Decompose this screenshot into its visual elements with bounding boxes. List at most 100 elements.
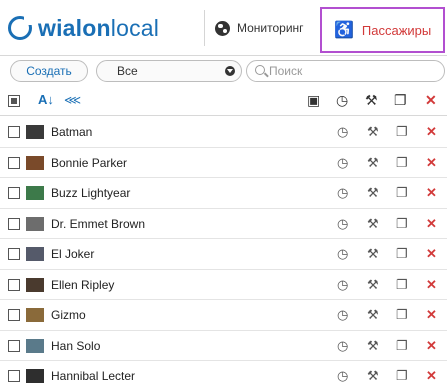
passenger-name[interactable]: Ellen Ripley: [51, 278, 114, 292]
row-checkbox[interactable]: [8, 217, 20, 230]
search-input[interactable]: [269, 63, 439, 79]
copy-icon[interactable]: ❐: [396, 277, 408, 293]
passenger-name[interactable]: Batman: [51, 125, 92, 139]
nav-passengers[interactable]: ♿ Пассажиры: [320, 7, 445, 53]
list-item[interactable]: Gizmo ◷ ⚒ ❐ ✕: [0, 300, 447, 331]
list-item[interactable]: Dr. Emmet Brown ◷ ⚒ ❐ ✕: [0, 209, 447, 239]
wrench-icon[interactable]: ⚒: [367, 124, 379, 140]
bus-icon[interactable]: ▣: [307, 92, 320, 109]
globe-icon: [215, 20, 230, 36]
wrench-icon[interactable]: ⚒: [367, 307, 379, 323]
delete-icon[interactable]: ✕: [426, 307, 437, 323]
wrench-icon[interactable]: ⚒: [365, 92, 378, 109]
create-button[interactable]: Создать: [10, 60, 88, 82]
passenger-name[interactable]: Han Solo: [51, 339, 100, 353]
logo-text: wialonlocal: [38, 14, 160, 41]
passenger-name[interactable]: Gizmo: [51, 308, 86, 322]
nav-passengers-label: Пассажиры: [361, 22, 432, 38]
nav-monitoring[interactable]: Мониторинг: [215, 16, 304, 40]
delete-icon[interactable]: ✕: [426, 185, 437, 201]
filter-select-value: Все: [117, 64, 138, 78]
passenger-name[interactable]: Bonnie Parker: [51, 156, 127, 170]
avatar: [26, 308, 44, 322]
passenger-name[interactable]: Hannibal Lecter: [51, 369, 135, 383]
list-item[interactable]: Hannibal Lecter ◷ ⚒ ❐ ✕: [0, 361, 447, 390]
top-header: wialonlocal Мониторинг ♿ Пассажиры: [0, 0, 447, 56]
copy-icon[interactable]: ❐: [396, 246, 408, 262]
wrench-icon[interactable]: ⚒: [367, 338, 379, 354]
avatar: [26, 125, 44, 139]
copy-icon[interactable]: ❐: [396, 368, 408, 384]
copy-icon[interactable]: ❐: [394, 92, 407, 109]
avatar: [26, 186, 44, 200]
avatar: [26, 338, 44, 353]
row-checkbox[interactable]: [8, 370, 20, 382]
clock-icon[interactable]: ◷: [337, 185, 348, 201]
search-box: [246, 60, 445, 82]
passenger-name[interactable]: Dr. Emmet Brown: [51, 217, 145, 231]
delete-icon[interactable]: ✕: [426, 246, 437, 262]
filter-select[interactable]: Все: [96, 60, 242, 82]
clock-icon[interactable]: ◷: [337, 246, 348, 262]
clock-icon[interactable]: ◷: [337, 307, 348, 323]
delete-icon[interactable]: ✕: [425, 92, 437, 109]
avatar: [26, 247, 44, 261]
copy-icon[interactable]: ❐: [396, 307, 408, 323]
copy-icon[interactable]: ❐: [396, 155, 408, 171]
row-checkbox[interactable]: [8, 339, 20, 352]
group-tree-icon[interactable]: ⋘: [64, 93, 81, 107]
list-item[interactable]: Batman ◷ ⚒ ❐ ✕: [0, 117, 447, 148]
copy-icon[interactable]: ❐: [396, 124, 408, 140]
list-header: A↓ ⋘ ▣ ◷ ⚒ ❐ ✕: [0, 86, 447, 116]
clock-icon[interactable]: ◷: [337, 124, 348, 140]
clock-icon[interactable]: ◷: [337, 216, 348, 232]
wrench-icon[interactable]: ⚒: [367, 368, 379, 384]
list-item[interactable]: El Joker ◷ ⚒ ❐ ✕: [0, 239, 447, 270]
copy-icon[interactable]: ❐: [396, 338, 408, 354]
search-icon: [255, 65, 265, 75]
row-checkbox[interactable]: [8, 126, 20, 138]
row-checkbox[interactable]: [8, 248, 20, 260]
sort-az-icon[interactable]: A↓: [38, 92, 54, 107]
delete-icon[interactable]: ✕: [426, 216, 437, 232]
header-divider: [204, 10, 205, 46]
copy-icon[interactable]: ❐: [396, 185, 408, 201]
nav-monitoring-label: Мониторинг: [237, 21, 304, 35]
wrench-icon[interactable]: ⚒: [367, 246, 379, 262]
list-item[interactable]: Han Solo ◷ ⚒ ❐ ✕: [0, 331, 447, 361]
avatar: [26, 216, 44, 231]
copy-icon[interactable]: ❐: [396, 216, 408, 232]
wrench-icon[interactable]: ⚒: [367, 155, 379, 171]
row-checkbox[interactable]: [8, 309, 20, 321]
clock-icon[interactable]: ◷: [337, 368, 348, 384]
delete-icon[interactable]: ✕: [426, 124, 437, 140]
avatar: [26, 155, 44, 170]
passenger-list: Batman ◷ ⚒ ❐ ✕ Bonnie Parker ◷ ⚒ ❐ ✕ Buzz Lightyea…: [0, 117, 447, 390]
list-item[interactable]: Buzz Lightyear ◷ ⚒ ❐ ✕: [0, 178, 447, 209]
list-item[interactable]: Ellen Ripley ◷ ⚒ ❐ ✕: [0, 270, 447, 300]
wrench-icon[interactable]: ⚒: [367, 277, 379, 293]
clock-icon[interactable]: ◷: [336, 92, 348, 109]
delete-icon[interactable]: ✕: [426, 368, 437, 384]
clock-icon[interactable]: ◷: [337, 155, 348, 171]
delete-icon[interactable]: ✕: [426, 155, 437, 171]
passenger-name[interactable]: Buzz Lightyear: [51, 186, 130, 200]
toolbar: Создать Все: [0, 56, 447, 86]
wrench-icon[interactable]: ⚒: [367, 216, 379, 232]
clock-icon[interactable]: ◷: [337, 338, 348, 354]
passenger-name[interactable]: El Joker: [51, 247, 94, 261]
chevron-down-icon: [225, 66, 235, 76]
row-checkbox[interactable]: [8, 187, 20, 199]
delete-icon[interactable]: ✕: [426, 277, 437, 293]
wrench-icon[interactable]: ⚒: [367, 185, 379, 201]
logo-mark-icon: [8, 16, 33, 40]
wialon-logo[interactable]: wialonlocal: [8, 12, 159, 44]
delete-icon[interactable]: ✕: [426, 338, 437, 354]
row-checkbox[interactable]: [8, 278, 20, 291]
passenger-seat-icon: ♿: [334, 22, 354, 39]
list-item[interactable]: Bonnie Parker ◷ ⚒ ❐ ✕: [0, 148, 447, 178]
row-checkbox[interactable]: [8, 156, 20, 169]
clock-icon[interactable]: ◷: [337, 277, 348, 293]
select-all-checkbox[interactable]: [8, 95, 20, 107]
avatar: [26, 369, 44, 383]
